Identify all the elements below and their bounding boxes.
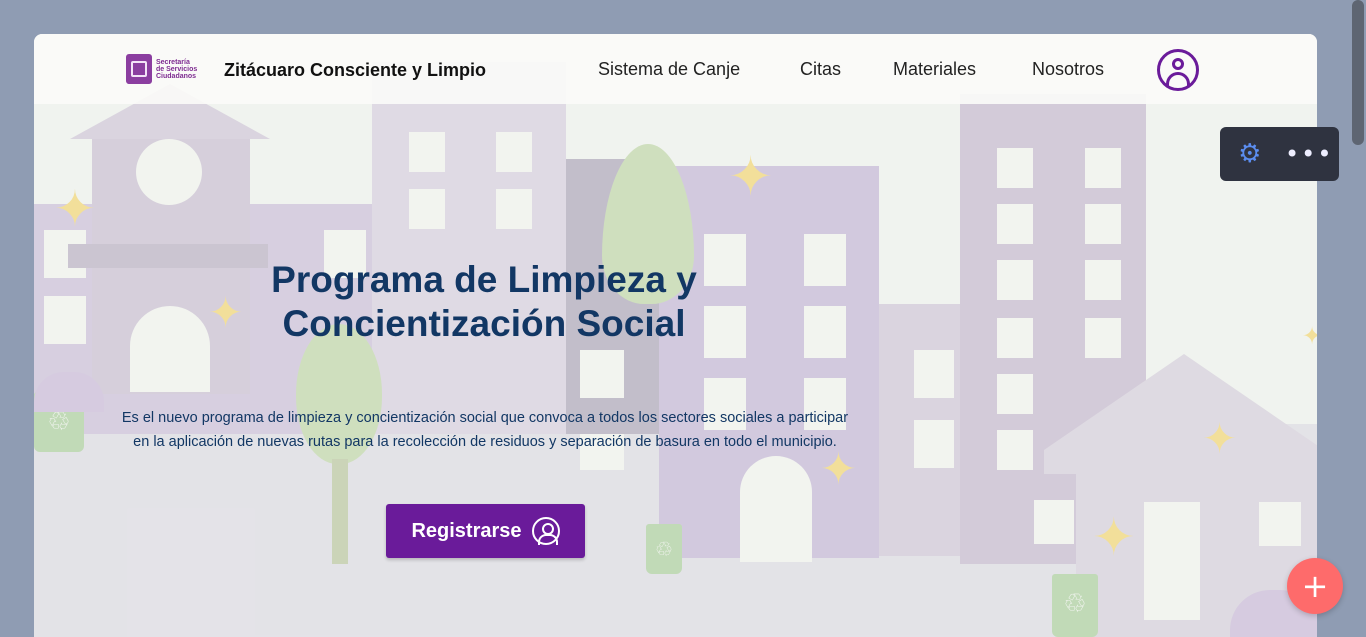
register-button[interactable]: Registrarse xyxy=(386,504,585,558)
hero-title: Programa de Limpieza y Concientización S… xyxy=(271,259,697,344)
nav-item-materiales[interactable]: Materiales xyxy=(893,59,976,80)
user-circle-icon xyxy=(531,517,560,545)
more-dots-icon[interactable]: ••• xyxy=(1285,134,1331,174)
logo-text: Secretaría de Servicios Ciudadanos xyxy=(156,58,198,80)
scrollbar-thumb[interactable] xyxy=(1352,0,1364,145)
secretaria-logo[interactable]: Secretaría de Servicios Ciudadanos xyxy=(126,52,208,86)
user-profile-button[interactable] xyxy=(1157,49,1199,91)
hero-description: Es el nuevo programa de limpieza y conci… xyxy=(121,410,849,450)
navbar: Secretaría de Servicios Ciudadanos Zitác… xyxy=(34,34,1317,104)
plus-icon: + xyxy=(1301,567,1329,605)
nav-item-sistema-de-canje[interactable]: Sistema de Canje xyxy=(598,59,740,80)
brand-title[interactable]: Zitácuaro Consciente y Limpio xyxy=(224,60,486,81)
user-circle-icon xyxy=(1172,58,1184,70)
user-icon-shoulders xyxy=(1166,72,1190,86)
register-button-label: Registrarse xyxy=(411,519,522,542)
hero-overlay xyxy=(34,104,1317,637)
page-card: ✦ ✦ ✦ ✦ ✦ ✦ ✦ ♲ ♲ ♲ Secretaría de Servic… xyxy=(34,34,1317,637)
gear-icon[interactable]: ⚙ xyxy=(1230,134,1270,174)
floating-toolbar: ⚙ ••• xyxy=(1220,127,1339,181)
page-scrollbar[interactable] xyxy=(1350,0,1366,637)
nav-item-citas[interactable]: Citas xyxy=(800,59,841,80)
seal-icon xyxy=(126,54,152,84)
add-fab-button[interactable]: + xyxy=(1287,558,1343,614)
nav-item-nosotros[interactable]: Nosotros xyxy=(1032,59,1104,80)
